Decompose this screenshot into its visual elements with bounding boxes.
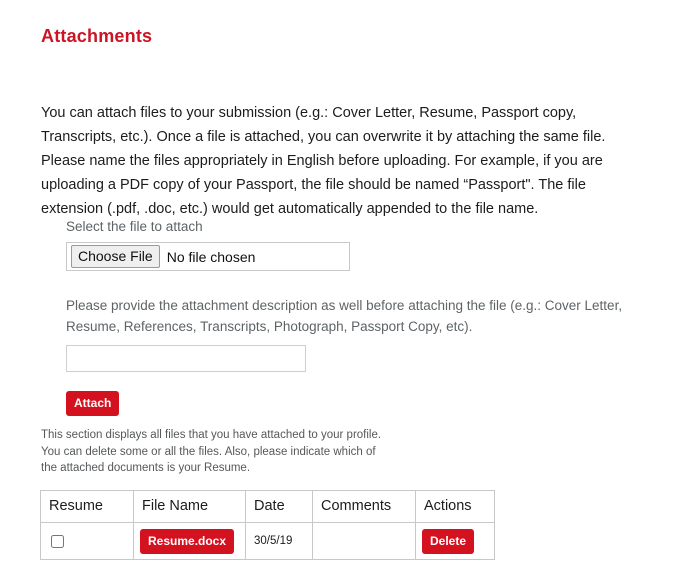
column-header-filename: File Name: [133, 490, 246, 523]
delete-button[interactable]: Delete: [422, 528, 475, 554]
attachments-page: Attachments You can attach files to your…: [0, 0, 691, 570]
file-select-label: Select the file to attach: [66, 219, 203, 234]
cell-actions: Delete: [415, 522, 495, 560]
attachments-section-note: This section displays all files that you…: [41, 429, 382, 474]
file-status-text: No file chosen: [166, 248, 256, 265]
file-input[interactable]: Choose File No file chosen: [66, 242, 350, 271]
page-title: Attachments: [41, 26, 153, 46]
attach-button-row: Attach: [66, 391, 646, 416]
column-header-actions: Actions: [415, 490, 495, 523]
cell-date: 30/5/19: [245, 522, 313, 560]
column-header-resume: Resume: [40, 490, 134, 523]
intro-paragraph: You can attach files to your submission …: [41, 105, 606, 217]
resume-checkbox[interactable]: [51, 534, 64, 548]
cell-file-name: Resume.docx: [133, 522, 246, 560]
file-name-button[interactable]: Resume.docx: [140, 528, 235, 554]
attachment-form: Select the file to attach Choose File No…: [66, 218, 646, 416]
description-input[interactable]: [66, 345, 306, 372]
choose-file-button[interactable]: Choose File: [71, 245, 160, 268]
attach-button[interactable]: Attach: [66, 391, 120, 416]
column-header-date: Date: [245, 490, 313, 523]
attachments-table: Resume File Name Date Comments Actions R…: [40, 490, 495, 560]
table-header-row: Resume File Name Date Comments Actions: [40, 490, 495, 523]
cell-comments: [312, 522, 416, 560]
table-row: Resume.docx 30/5/19 Delete: [40, 522, 495, 560]
description-help-text: Please provide the attachment descriptio…: [66, 298, 623, 334]
cell-resume: [40, 522, 134, 560]
column-header-comments: Comments: [312, 490, 416, 523]
